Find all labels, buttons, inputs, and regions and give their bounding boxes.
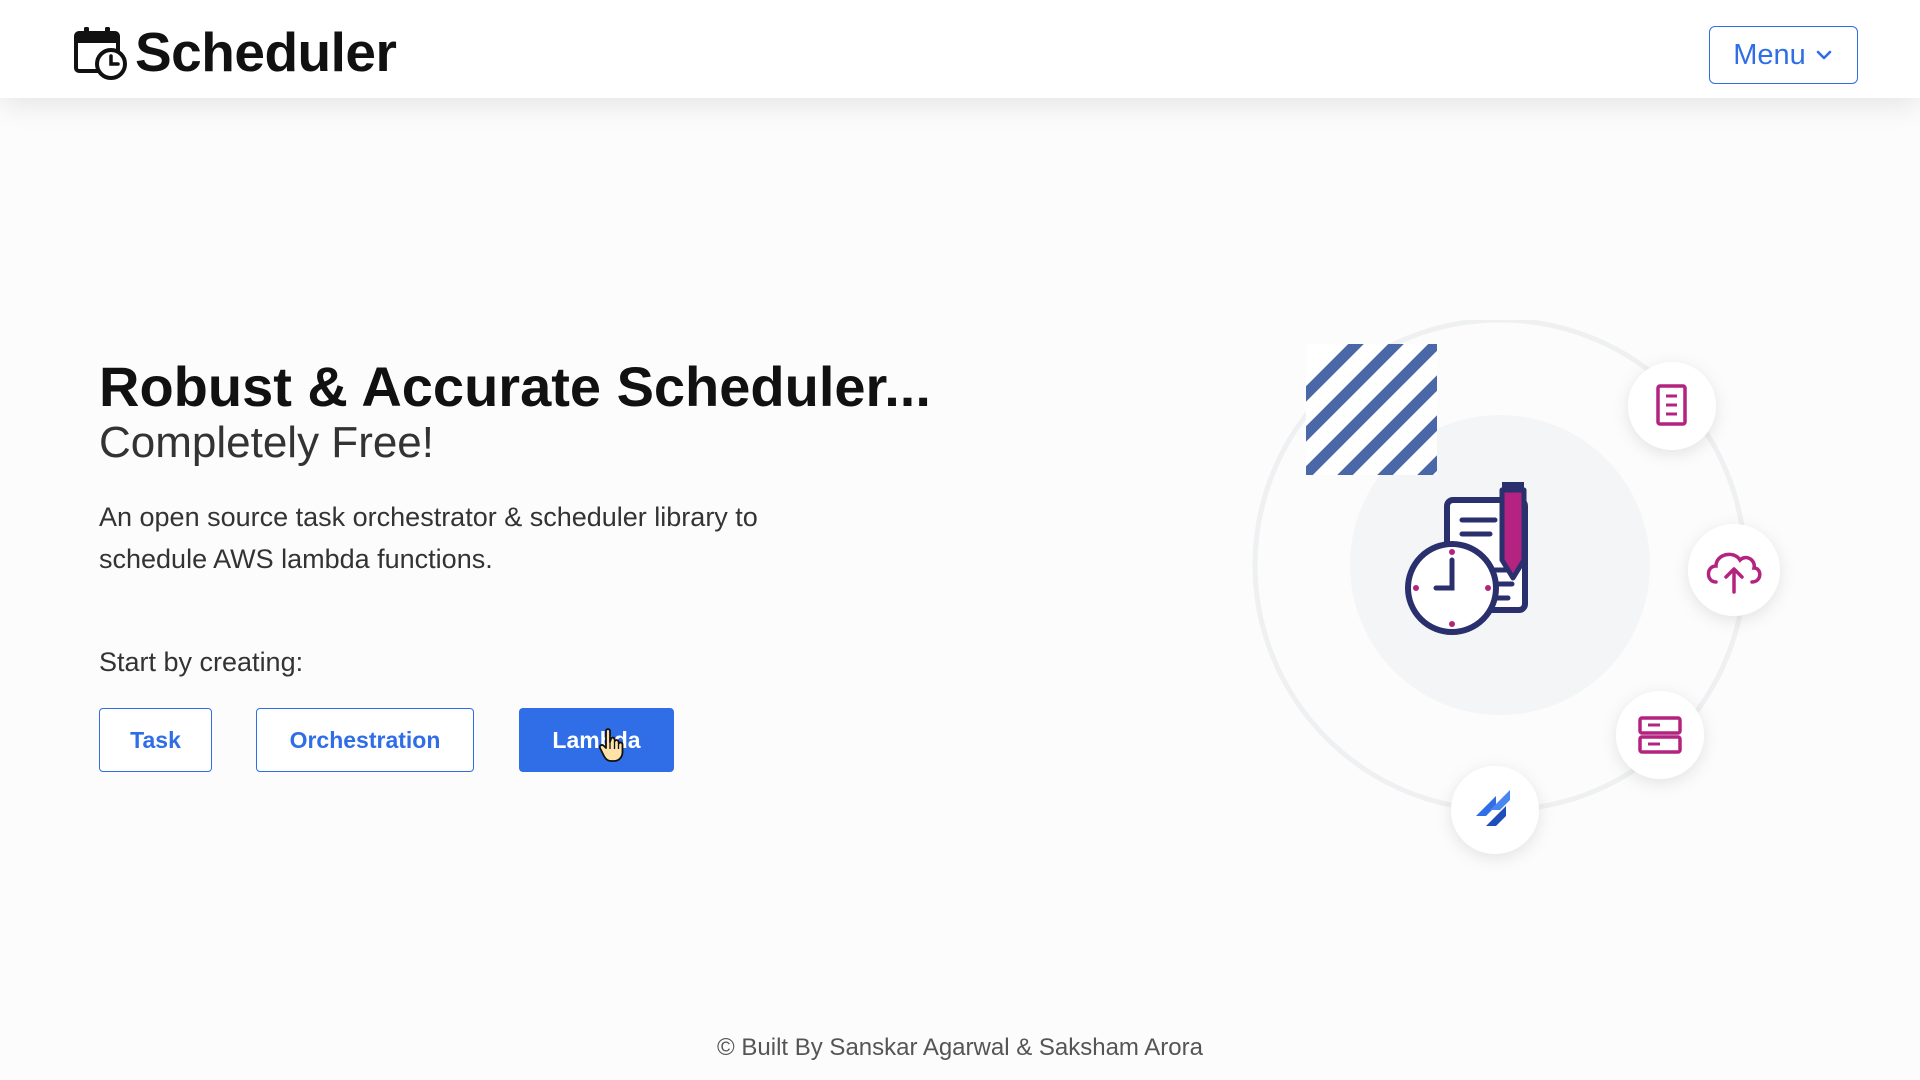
document-icon (1628, 362, 1716, 450)
start-label: Start by creating: (99, 647, 304, 677)
hero-title: Robust & Accurate Scheduler... (99, 355, 931, 418)
jira-icon (1451, 766, 1539, 854)
chevron-down-icon (1816, 50, 1832, 60)
navbar: Scheduler Menu (0, 0, 1920, 98)
brand-logo[interactable]: Scheduler (73, 21, 397, 83)
create-task-button[interactable]: Task (99, 708, 212, 772)
server-icon (1616, 691, 1704, 779)
menu-label: Menu (1733, 38, 1806, 71)
hero-description: An open source task orchestrator & sched… (99, 502, 758, 574)
create-lambda-button[interactable]: Lambda (519, 708, 674, 772)
menu-button[interactable]: Menu (1709, 26, 1858, 84)
create-orchestration-button[interactable]: Orchestration (256, 708, 474, 772)
hand-pointer-cursor-icon (598, 728, 624, 762)
calendar-clock-icon (74, 27, 127, 80)
hero-subtitle: Completely Free! (99, 418, 435, 467)
cloud-upload-icon (1688, 524, 1780, 616)
brand-name: Scheduler (135, 21, 397, 83)
footer-credits: © Built By Sanskar Agarwal & Saksham Aro… (717, 1034, 1203, 1061)
hero-illustration (1252, 320, 1780, 854)
